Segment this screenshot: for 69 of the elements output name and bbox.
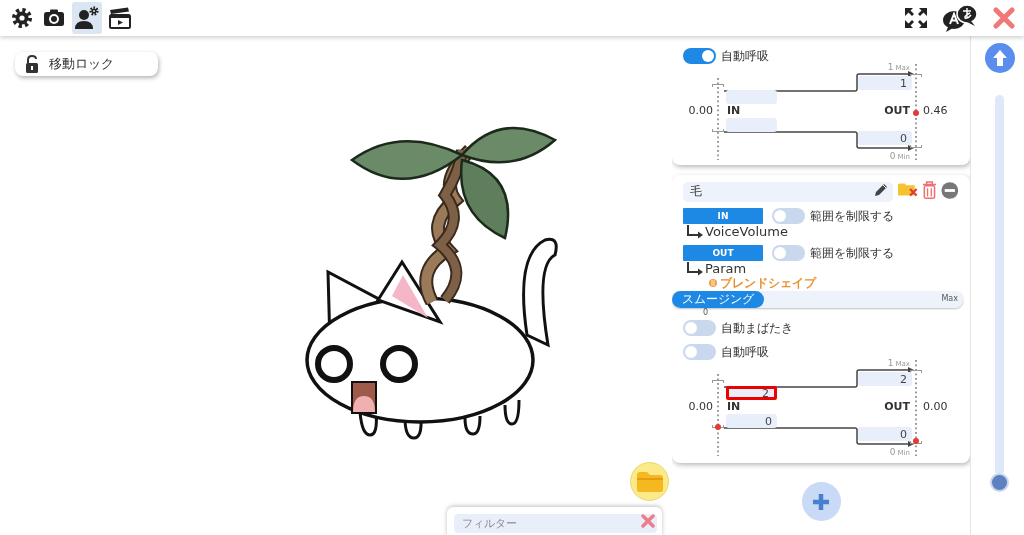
output-target-name: Param: [705, 261, 747, 276]
range-input-field[interactable]: 0: [858, 131, 912, 145]
bent-arrow-icon: [685, 261, 703, 276]
folder-button[interactable]: [630, 462, 669, 501]
fullscreen-icon: [904, 7, 928, 29]
range-input-field[interactable]: [726, 118, 777, 132]
range-input-field[interactable]: 2: [726, 386, 777, 400]
input-label: IN: [727, 104, 741, 117]
move-lock-button[interactable]: 移動ロック: [15, 52, 158, 76]
blendshape-icon: [709, 279, 717, 287]
toggle-label: 自動まばたき: [721, 319, 793, 337]
output-button[interactable]: OUT: [683, 245, 763, 261]
max-value-label: 1: [887, 62, 894, 72]
smoothing-value: 0: [703, 308, 709, 317]
toolbar-button[interactable]: [72, 2, 102, 34]
name-field[interactable]: 毛: [683, 181, 893, 202]
lock-icon: [25, 55, 39, 73]
translate-icon: [942, 4, 978, 32]
min-value-label: 0: [889, 447, 896, 457]
scroll-to-top-button[interactable]: [984, 43, 1015, 73]
plus-icon: [811, 491, 831, 512]
input-value: 0.00: [688, 104, 713, 117]
toggle-switch[interactable]: [772, 245, 805, 261]
range-input-field[interactable]: 0: [858, 427, 912, 441]
toggle-switch[interactable]: [683, 320, 716, 336]
collapse-icon[interactable]: [941, 180, 959, 200]
max-value-label: 1: [887, 358, 894, 368]
range-input-field[interactable]: 2: [858, 372, 912, 386]
smoothing-slider[interactable]: スムージング Max: [672, 291, 963, 308]
output-value: 0.00: [923, 400, 948, 413]
arrow-up-icon: [991, 49, 1008, 67]
person-gear-icon: [74, 6, 100, 30]
clear-filter-button[interactable]: [641, 514, 655, 528]
folder-remove-icon[interactable]: [898, 182, 919, 198]
input-value: 0.00: [688, 400, 713, 413]
smoothing-slider-thumb[interactable]: スムージング: [672, 291, 764, 308]
input-source-name: VoiceVolume: [705, 224, 788, 239]
toggle-label: 自動呼吸: [721, 343, 769, 361]
delete-icon[interactable]: [922, 180, 938, 200]
clear-icon: [641, 514, 655, 528]
toggle-switch[interactable]: [772, 208, 805, 224]
slider-max-label: Max: [941, 294, 958, 303]
camera-icon: [43, 7, 65, 29]
output-label: OUT: [884, 400, 910, 413]
min-value-label: 0: [889, 151, 896, 161]
range-input-field[interactable]: 1: [858, 76, 912, 90]
toggle-switch[interactable]: [683, 344, 716, 360]
toggle-label: 範囲を制限する: [810, 207, 894, 225]
bent-arrow-icon: [685, 224, 703, 239]
range-input-field[interactable]: [726, 90, 777, 104]
clapperboard-icon: [108, 7, 132, 29]
range-input-field[interactable]: 0: [726, 414, 777, 428]
settings-icon: [11, 7, 33, 29]
input-button[interactable]: IN: [683, 208, 763, 224]
scrollbar-thumb[interactable]: [990, 473, 1009, 492]
close-icon: [993, 7, 1015, 29]
output-type-label: ブレンドシェイプ: [720, 274, 816, 292]
toggle-switch[interactable]: [683, 48, 716, 64]
language-button[interactable]: [940, 2, 980, 34]
input-label: IN: [727, 400, 741, 413]
filter-field[interactable]: フィルター: [454, 514, 657, 533]
toggle-label: 自動呼吸: [721, 47, 769, 65]
pencil-icon[interactable]: [874, 183, 888, 197]
toggle-label: 範囲を制限する: [810, 244, 894, 262]
output-label: OUT: [884, 104, 910, 117]
folder-icon: [635, 470, 664, 493]
scrollbar-track[interactable]: [995, 95, 1004, 473]
add-button[interactable]: [801, 482, 841, 521]
output-value: 0.46: [923, 104, 948, 117]
